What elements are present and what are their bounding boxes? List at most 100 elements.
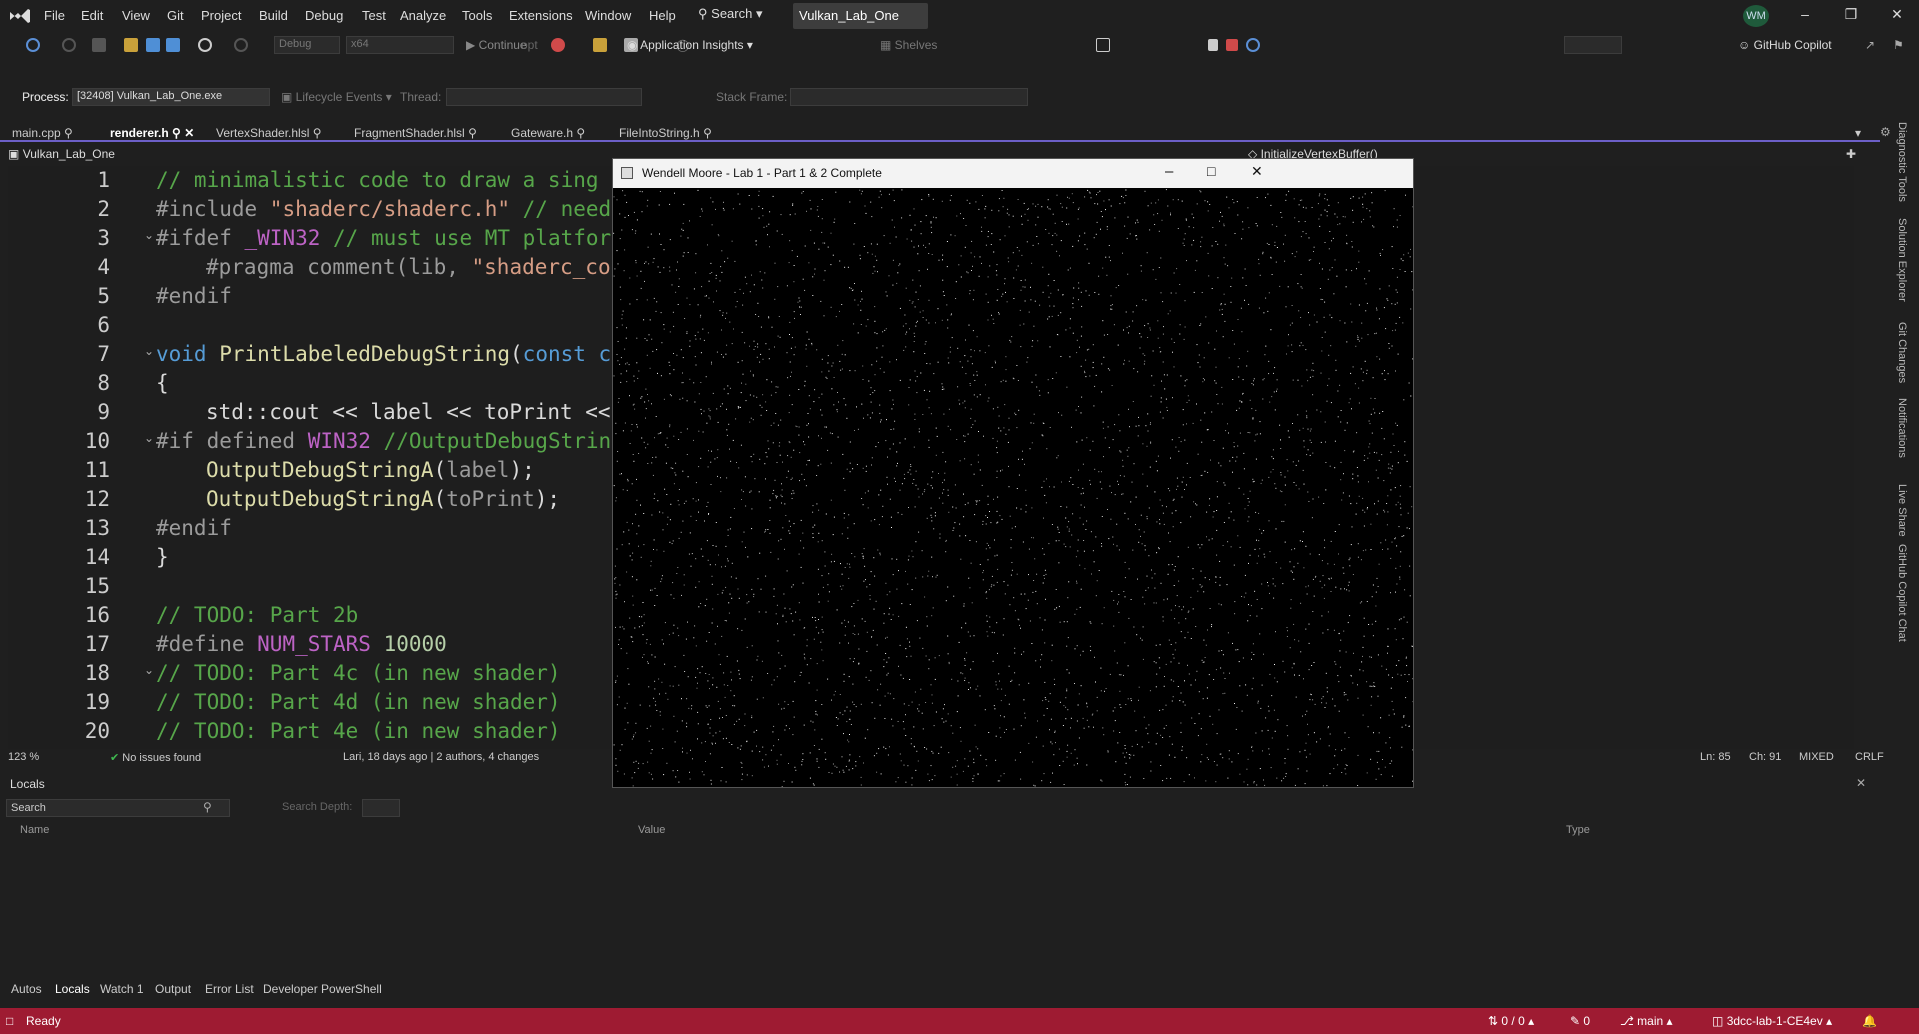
forward-icon[interactable] <box>62 38 76 52</box>
maximize-icon[interactable]: □ <box>1207 163 1215 179</box>
feedback-icon[interactable]: ⚑ <box>1893 38 1904 52</box>
menu-project[interactable]: Project <box>201 8 241 23</box>
zoom-level[interactable]: 123 % <box>8 751 39 763</box>
tab-locals[interactable]: Locals <box>55 982 90 996</box>
stop-icon[interactable] <box>1226 39 1238 51</box>
pin-icon[interactable]: ⚲ <box>64 126 73 140</box>
pin-icon[interactable]: ⚲ <box>703 126 712 140</box>
lifecycle-events-button[interactable]: ▣ Lifecycle Events ▾ <box>281 90 392 104</box>
tab-overflow-icon[interactable]: ▾ <box>1855 126 1861 140</box>
rail-notifications[interactable]: Notifications <box>1896 398 1908 458</box>
close-icon[interactable]: ✕ <box>184 126 194 140</box>
settings-gear-icon[interactable]: ⚙ <box>1880 125 1891 139</box>
rail-live-share[interactable]: Live Share <box>1896 484 1908 537</box>
branch-button[interactable]: ⎇ main ▴ <box>1620 1014 1673 1028</box>
solution-name-badge[interactable]: Vulkan_Lab_One <box>793 3 928 29</box>
tab-developer-powershell[interactable]: Developer PowerShell <box>263 982 382 996</box>
collapse-chevron-icon[interactable]: ⌄ <box>144 228 154 242</box>
rail-diagnostic-tools[interactable]: Diagnostic Tools <box>1896 122 1908 202</box>
output-window-icon[interactable]: □ <box>6 1014 13 1028</box>
menu-file[interactable]: File <box>44 8 65 23</box>
column-header-type[interactable]: Type <box>1566 824 1590 836</box>
issues-indicator[interactable]: ✔ No issues found <box>110 751 201 764</box>
avatar[interactable]: WM <box>1743 5 1769 27</box>
platform-dropdown[interactable]: x64 <box>346 36 454 54</box>
split-editor-icon[interactable]: ✚ <box>1846 147 1856 161</box>
pin-icon[interactable]: ⚲ <box>576 126 585 140</box>
pin-icon[interactable]: ⚲ <box>172 126 181 140</box>
search-button[interactable]: ⚲ Search ▾ <box>698 6 780 26</box>
back-icon[interactable] <box>26 38 40 52</box>
project-scope-dropdown[interactable]: ▣ Vulkan_Lab_One <box>8 147 115 161</box>
menu-edit[interactable]: Edit <box>81 8 103 23</box>
tab-renderer-h[interactable]: renderer.h ⚲ ✕ <box>110 126 194 140</box>
notifications-icon[interactable]: 🔔 <box>1862 1014 1877 1028</box>
spacing-indicator[interactable]: MIXED <box>1799 751 1834 763</box>
menu-debug[interactable]: Debug <box>305 8 343 23</box>
locals-search-input[interactable]: Search <box>6 799 230 817</box>
stack-frame-dropdown[interactable] <box>790 88 1028 106</box>
hot-reload-icon[interactable] <box>551 38 565 52</box>
new-item-icon[interactable] <box>92 38 106 52</box>
git-blame-info[interactable]: Lari, 18 days ago | 2 authors, 4 changes <box>343 751 539 763</box>
collapse-chevron-icon[interactable]: ⌄ <box>144 663 154 677</box>
thread-dropdown[interactable] <box>446 88 642 106</box>
menu-test[interactable]: Test <box>362 8 386 23</box>
pause-icon[interactable] <box>1208 39 1218 51</box>
app-title-bar[interactable]: Wendell Moore - Lab 1 - Part 1 & 2 Compl… <box>613 159 1413 188</box>
tab-gateware[interactable]: Gateware.h ⚲ <box>511 126 585 140</box>
continue-button[interactable]: ▶ Continue <box>466 38 527 52</box>
search-icon[interactable]: ⚲ <box>203 800 212 814</box>
restore-icon[interactable]: ❐ <box>1836 6 1866 26</box>
configuration-dropdown[interactable]: Debug <box>274 36 340 54</box>
repository-button[interactable]: ◫ 3dcc-lab-1-CE4ev ▴ <box>1712 1014 1832 1028</box>
tab-watch[interactable]: Watch 1 <box>100 982 144 996</box>
tab-error-list[interactable]: Error List <box>205 982 254 996</box>
collapse-chevron-icon[interactable]: ⌄ <box>144 431 154 445</box>
application-insights-button[interactable]: ◉ Application Insights ▾ <box>627 38 753 52</box>
rail-github-copilot-chat[interactable]: GitHub Copilot Chat <box>1896 544 1908 642</box>
redo-icon[interactable] <box>234 38 248 52</box>
rail-solution-explorer[interactable]: Solution Explorer <box>1896 218 1908 302</box>
column-indicator[interactable]: Ch: 91 <box>1749 751 1781 763</box>
tab-main-cpp[interactable]: main.cpp ⚲ <box>12 126 73 140</box>
sync-button[interactable]: ⇅ 0 / 0 ▴ <box>1488 1014 1534 1028</box>
tab-fileintostring[interactable]: FileIntoString.h ⚲ <box>619 126 712 140</box>
search-depth-dropdown[interactable] <box>362 799 400 817</box>
tab-fragmentshader[interactable]: FragmentShader.hlsl ⚲ <box>354 126 477 140</box>
visual-studio-logo[interactable] <box>8 6 32 26</box>
tab-output[interactable]: Output <box>155 982 191 996</box>
tab-autos[interactable]: Autos <box>11 982 42 996</box>
undo-icon[interactable] <box>198 38 212 52</box>
pin-icon[interactable]: ⚲ <box>313 126 322 140</box>
minimize-icon[interactable]: – <box>1790 6 1820 26</box>
save-icon[interactable] <box>146 38 160 52</box>
close-icon[interactable]: ✕ <box>1882 6 1912 26</box>
close-icon[interactable]: ✕ <box>1856 776 1866 790</box>
zoom-dropdown[interactable] <box>1564 36 1622 54</box>
menu-window[interactable]: Window <box>585 8 631 23</box>
collapse-chevron-icon[interactable]: ⌄ <box>144 344 154 358</box>
save-all-icon[interactable] <box>166 38 180 52</box>
share-icon[interactable]: ↗ <box>1865 38 1875 52</box>
menu-extensions[interactable]: Extensions <box>509 8 573 23</box>
bookmark-icon[interactable] <box>1096 38 1110 52</box>
line-ending-indicator[interactable]: CRLF <box>1855 751 1884 763</box>
github-copilot-button[interactable]: ☺ GitHub Copilot <box>1738 38 1832 52</box>
menu-help[interactable]: Help <box>649 8 676 23</box>
tab-vertexshader[interactable]: VertexShader.hlsl ⚲ <box>216 126 322 140</box>
column-header-value[interactable]: Value <box>638 824 665 836</box>
menu-tools[interactable]: Tools <box>462 8 492 23</box>
process-dropdown[interactable]: [32408] Vulkan_Lab_One.exe <box>72 88 270 106</box>
shelves-button[interactable]: ▦ Shelves <box>880 38 937 52</box>
line-indicator[interactable]: Ln: 85 <box>1700 751 1731 763</box>
pin-icon[interactable]: ⚲ <box>468 126 477 140</box>
close-icon[interactable]: ✕ <box>1251 163 1263 180</box>
menu-git[interactable]: Git <box>167 8 184 23</box>
column-header-name[interactable]: Name <box>20 824 49 836</box>
toolbox-icon[interactable] <box>593 38 607 52</box>
restart-icon[interactable] <box>1246 38 1260 52</box>
vulkan-app-window[interactable]: Wendell Moore - Lab 1 - Part 1 & 2 Compl… <box>612 158 1414 788</box>
minimize-icon[interactable]: – <box>1165 163 1173 180</box>
rail-git-changes[interactable]: Git Changes <box>1896 322 1908 383</box>
